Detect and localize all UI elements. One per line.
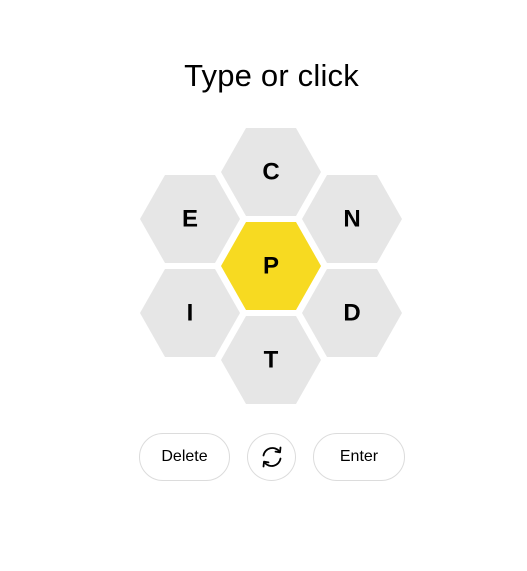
letter-hive: C N D T I E P (140, 128, 402, 404)
delete-button[interactable]: Delete (139, 433, 230, 481)
hive-cell-bottom[interactable]: T (221, 316, 321, 404)
hive-cell-upper-right[interactable]: N (302, 175, 402, 263)
hive-cell-upper-left[interactable]: E (140, 175, 240, 263)
shuffle-button[interactable] (247, 433, 296, 481)
hive-cell-lower-right[interactable]: D (302, 269, 402, 357)
shuffle-icon (259, 444, 285, 470)
enter-button[interactable]: Enter (313, 433, 405, 481)
hive-cell-center[interactable]: P (221, 222, 321, 310)
hive-cell-top[interactable]: C (221, 128, 321, 216)
hive-cell-lower-left[interactable]: I (140, 269, 240, 357)
hive-controls: Delete Enter (0, 433, 527, 483)
spelling-bee-board: Type or click C N D T I E P Delete Enter (0, 0, 527, 571)
